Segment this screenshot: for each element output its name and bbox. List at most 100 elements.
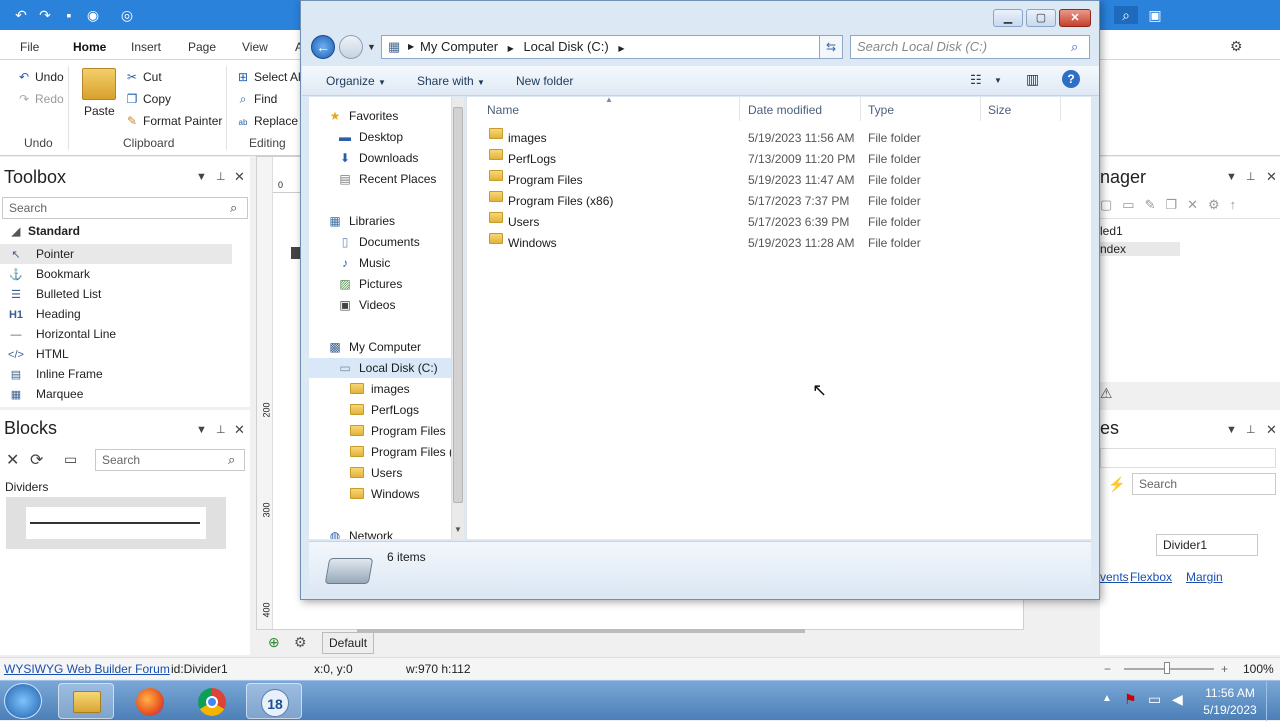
toolbox-item-inline-frame[interactable]: ▤ Inline Frame xyxy=(0,364,232,384)
toolbox-item-bulleted-list[interactable]: ☰ Bulleted List xyxy=(0,284,232,304)
scroll-down-icon[interactable]: ▼ xyxy=(454,525,462,534)
column-size[interactable]: Size xyxy=(988,103,1011,117)
margin-link[interactable]: Margin xyxy=(1186,570,1223,584)
history-dropdown-icon[interactable]: ▼ xyxy=(367,42,376,52)
find-button[interactable]: ⌕ Find xyxy=(235,92,278,107)
nav-folder[interactable]: Users xyxy=(349,463,402,483)
toolbox-item-bookmark[interactable]: ⚓ Bookmark xyxy=(0,264,232,284)
refresh-icon[interactable]: ⟳ xyxy=(30,450,43,470)
properties-search-input[interactable]: Search xyxy=(1132,473,1276,495)
tab-view[interactable]: View xyxy=(242,40,268,54)
minimize-button[interactable]: ▁ xyxy=(993,9,1023,27)
search-icon[interactable]: ⌕ xyxy=(228,452,235,468)
show-desktop-button[interactable] xyxy=(1266,681,1280,721)
views-dropdown-icon[interactable]: ▼ xyxy=(994,76,1002,85)
nav-music[interactable]: ♪ Music xyxy=(337,253,390,273)
taskbar-explorer[interactable] xyxy=(58,683,114,719)
nav-folder[interactable]: Program Files xyxy=(349,421,446,441)
horizontal-scrollbar[interactable] xyxy=(357,629,805,633)
toolbox-item-heading[interactable]: H1 Heading xyxy=(0,304,232,324)
page-settings-icon[interactable]: ⚙ xyxy=(294,634,307,651)
taskbar-chrome[interactable] xyxy=(184,683,240,719)
folder-icon[interactable]: ▭ xyxy=(64,451,77,468)
events-icon[interactable]: ⚡ xyxy=(1108,476,1125,493)
blocks-search-input[interactable]: Search xyxy=(95,449,245,471)
undo-icon[interactable]: ↶ xyxy=(12,6,30,24)
start-button[interactable] xyxy=(4,683,42,719)
flexbox-link[interactable]: Flexbox xyxy=(1130,570,1172,584)
nav-videos[interactable]: ▣ Videos xyxy=(337,295,395,315)
paste-button[interactable]: Paste xyxy=(84,104,115,118)
nav-network[interactable]: ◍ Network xyxy=(327,526,393,539)
toolbox-search-input[interactable]: Search xyxy=(2,197,248,219)
toolbox-item-pointer[interactable]: ↖ Pointer xyxy=(0,244,232,264)
network-icon[interactable]: ▭ xyxy=(1148,691,1161,708)
add-page-icon[interactable]: ⊕ xyxy=(268,634,280,651)
preview-icon[interactable]: ◉ xyxy=(84,6,102,24)
new-folder-button[interactable]: New folder xyxy=(516,74,573,88)
redo-button[interactable]: ↷ Redo xyxy=(16,92,64,106)
breadcrumb-drive[interactable]: Local Disk (C:) xyxy=(523,39,608,54)
nav-documents[interactable]: ▯ Documents xyxy=(337,232,420,252)
close-button[interactable]: ✕ xyxy=(1059,9,1091,27)
dropdown-icon[interactable]: ▼ xyxy=(196,424,207,436)
events-link[interactable]: vents xyxy=(1100,570,1129,584)
dropdown-icon[interactable]: ▼ xyxy=(196,171,207,183)
dropdown-icon[interactable]: ▼ xyxy=(1226,171,1237,183)
column-type[interactable]: Type xyxy=(868,103,894,117)
nav-local-disk[interactable]: ▭ Local Disk (C:) xyxy=(309,358,451,378)
page-tab-default[interactable]: Default xyxy=(322,632,375,654)
replace-button[interactable]: ab Replace xyxy=(235,114,298,128)
clear-icon[interactable]: ✕ xyxy=(6,450,19,470)
file-row[interactable]: Users 5/17/2023 6:39 PM File folder xyxy=(467,212,1092,233)
share-with-button[interactable]: Share with ▼ xyxy=(417,74,485,88)
close-icon[interactable]: ✕ xyxy=(1266,169,1277,185)
toolbox-item-html[interactable]: </> HTML xyxy=(0,344,232,364)
tab-home[interactable]: Home xyxy=(73,40,106,54)
warning-icon[interactable]: ⚠ xyxy=(1100,385,1113,402)
close-icon[interactable]: ✕ xyxy=(1266,422,1277,438)
taskbar-firefox[interactable] xyxy=(122,683,178,719)
refresh-icon[interactable]: ⇆ xyxy=(819,35,843,59)
manager-item-selected[interactable]: ndex xyxy=(1100,242,1180,256)
nav-downloads[interactable]: ⬇ Downloads xyxy=(337,148,418,168)
redo-icon[interactable]: ↷ xyxy=(36,6,54,24)
taskbar-webbuilder[interactable]: 18 xyxy=(246,683,302,719)
close-icon[interactable]: ✕ xyxy=(234,169,245,185)
navigation-scrollbar[interactable]: ▼ xyxy=(451,97,464,539)
file-row[interactable]: images 5/19/2023 11:56 AM File folder xyxy=(467,128,1092,149)
preview-pane-icon[interactable]: ▥ xyxy=(1026,71,1039,88)
file-row[interactable]: Program Files 5/19/2023 11:47 AM File fo… xyxy=(467,170,1092,191)
copy-button[interactable]: ❐ Copy xyxy=(124,92,171,106)
organize-button[interactable]: Organize ▼ xyxy=(326,74,386,88)
help-icon[interactable]: ? xyxy=(1062,70,1080,88)
breadcrumb-computer[interactable]: My Computer xyxy=(420,39,498,54)
tray-expand-icon[interactable]: ▲ xyxy=(1102,693,1112,704)
tab-insert[interactable]: Insert xyxy=(131,40,161,54)
column-separator[interactable] xyxy=(980,97,981,121)
column-separator[interactable] xyxy=(860,97,861,121)
undo-button[interactable]: ↶ Undo xyxy=(16,70,64,84)
toolbox-category[interactable]: ◢ Standard xyxy=(0,221,232,241)
explorer-search-input[interactable]: Search Local Disk (C:) xyxy=(850,35,1090,59)
toolbox-item-marquee[interactable]: ▦ Marquee xyxy=(0,384,232,404)
manager-item[interactable]: led1 xyxy=(1100,224,1123,238)
property-value-field[interactable]: Divider1 xyxy=(1156,534,1258,556)
nav-libraries[interactable]: ▦ Libraries xyxy=(327,211,395,231)
file-row[interactable]: PerfLogs 7/13/2009 11:20 PM File folder xyxy=(467,149,1092,170)
address-bar[interactable]: ▦ ▶ My Computer ▶ Local Disk (C:) ▶ ▼ xyxy=(381,35,843,59)
search-icon[interactable]: ⌕ xyxy=(1071,39,1078,55)
tab-file[interactable]: File xyxy=(20,40,39,54)
column-separator[interactable] xyxy=(739,97,740,121)
column-date-modified[interactable]: Date modified xyxy=(748,103,822,117)
format-painter-button[interactable]: ✎ Format Painter xyxy=(124,114,222,128)
pin-icon[interactable]: ⊥ xyxy=(216,423,226,436)
nav-my-computer[interactable]: ▩ My Computer xyxy=(327,337,421,357)
back-button[interactable]: ← xyxy=(311,35,335,59)
column-separator[interactable] xyxy=(1060,97,1061,121)
publish-icon[interactable]: ◎ xyxy=(118,6,136,24)
zoom-out-icon[interactable]: − xyxy=(1104,662,1111,676)
pin-icon[interactable]: ⊥ xyxy=(216,170,226,183)
forum-link[interactable]: WYSIWYG Web Builder Forum xyxy=(4,662,170,676)
window-icon[interactable]: ▣ xyxy=(1146,6,1164,24)
